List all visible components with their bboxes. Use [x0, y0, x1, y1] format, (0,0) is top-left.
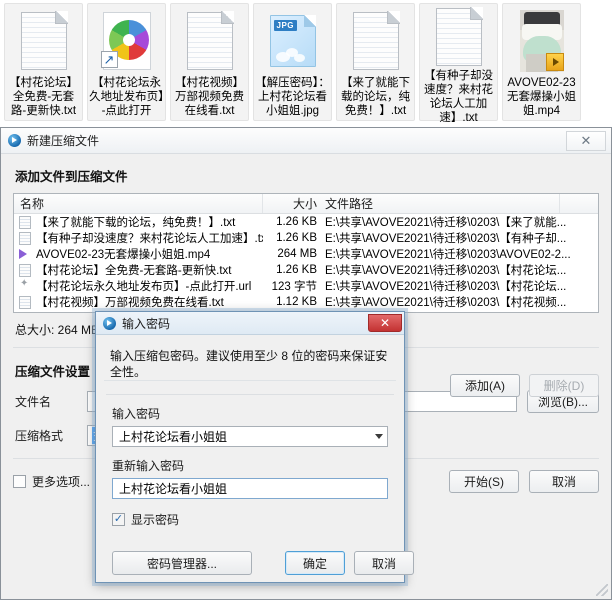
- enter-password-input[interactable]: 上村花论坛看小姐姐: [112, 426, 388, 447]
- mp4-video-icon: [19, 248, 31, 261]
- main-dialog-titlebar: 新建压缩文件 ✕: [1, 128, 611, 154]
- cancel-button[interactable]: 取消: [529, 470, 599, 493]
- main-dialog-title: 新建压缩文件: [27, 134, 100, 148]
- table-row[interactable]: 【来了就能下载的论坛，纯免费！】.txt 1.26 KB E:\共享\AVOVE…: [14, 214, 598, 230]
- resize-grip-icon[interactable]: [596, 584, 608, 596]
- password-dialog-title: 输入密码: [122, 316, 171, 331]
- enter-password-value: 上村花论坛看小姐姐: [119, 430, 228, 444]
- txt-file-icon: [426, 7, 492, 66]
- url-shortcut-icon: [19, 278, 31, 293]
- file-size: 1.26 KB: [276, 264, 317, 276]
- password-manager-button[interactable]: 密码管理器...: [112, 551, 252, 575]
- txt-file-icon: [343, 8, 409, 73]
- file-name: 【村花论坛】全免费-无套路-更新快.txt: [36, 265, 232, 277]
- play-badge-icon: [545, 52, 564, 71]
- more-options-label[interactable]: 更多选项...: [32, 473, 90, 490]
- filename-label: 文件名: [15, 395, 52, 409]
- table-row[interactable]: 【村花视频】万部视频免费在线看.txt 1.12 KB E:\共享\AVOVE2…: [14, 294, 598, 310]
- start-button[interactable]: 开始(S): [449, 470, 519, 493]
- close-icon[interactable]: ✕: [368, 314, 402, 332]
- file-size: 1.12 KB: [276, 296, 317, 308]
- jpg-file-icon: [19, 311, 31, 312]
- table-row[interactable]: 【村花论坛】全免费-无套路-更新快.txt 1.26 KB E:\共享\AVOV…: [14, 262, 598, 278]
- desktop-icon[interactable]: AVOVE02-23无套爆操小姐姐.mp4: [502, 3, 581, 121]
- table-row[interactable]: AVOVE02-23无套爆操小姐姐.mp4 264 MB E:\共享\AVOVE…: [14, 246, 598, 262]
- chevron-down-icon[interactable]: [375, 434, 383, 439]
- desktop-icon[interactable]: JPG 【解压密码】：上村花论坛看小姐姐.jpg: [253, 3, 332, 121]
- password-dialog-footer: 密码管理器... 确定 取消: [96, 551, 414, 575]
- desktop-icon-label: AVOVE02-23无套爆操小姐姐.mp4: [507, 77, 576, 117]
- file-path: E:\共享\AVOVE2021\待迁移\0203\【有种子却...: [325, 233, 567, 245]
- txt-file-icon: [19, 263, 31, 277]
- file-size: 123 字节: [271, 281, 317, 293]
- format-label: 压缩格式: [15, 429, 64, 443]
- divider: [106, 394, 394, 395]
- password-note-text: 输入压缩包密码。建议使用至少 8 位的密码来保证安全性。: [110, 349, 388, 379]
- file-list[interactable]: 名称 大小 文件路径 【来了就能下载的论坛，纯免费！】.txt 1.26 KB …: [13, 193, 599, 313]
- desktop-icon[interactable]: 【有种子却没速度？来村花论坛人工加速】.txt: [419, 3, 498, 124]
- table-row[interactable]: 【有种子却没速度？来村花论坛人工加速】.txt 1.26 KB E:\共享\AV…: [14, 230, 598, 246]
- password-dialog: 输入密码 ✕ 输入压缩包密码。建议使用至少 8 位的密码来保证安全性。 输入密码…: [95, 311, 414, 583]
- desktop-icon-label: 【有种子却没速度？来村花论坛人工加速】.txt: [424, 70, 493, 124]
- file-path: E:\共享\AVOVE2021\待迁移\0203\【来了就能...: [325, 217, 567, 229]
- column-header-path[interactable]: 文件路径: [321, 194, 560, 213]
- txt-file-icon: [19, 215, 31, 229]
- desktop-icon[interactable]: ↗ 【村花论坛永久地址发布页】-点此打开: [87, 3, 166, 121]
- txt-file-icon: [177, 8, 243, 73]
- cancel-button[interactable]: 取消: [354, 551, 414, 575]
- file-size: 264 MB: [277, 248, 317, 260]
- file-size: 1.26 KB: [276, 216, 317, 228]
- file-path: E:\共享\AVOVE2021\待迁移\0203\AVOVE02-2...: [325, 249, 571, 261]
- add-files-heading: 添加文件到压缩文件: [15, 170, 128, 184]
- show-password-checkbox[interactable]: ✓: [112, 513, 125, 526]
- password-note-panel: 输入压缩包密码。建议使用至少 8 位的密码来保证安全性。: [104, 339, 396, 381]
- file-path: E:\共享\AVOVE2021\待迁移\0203\【村花视频...: [325, 297, 567, 309]
- file-name: 【有种子却没速度？来村花论坛人工加速】.txt: [36, 233, 263, 245]
- desktop-icon-label: 【村花论坛永久地址发布页】-点此打开: [89, 77, 164, 117]
- file-action-buttons: 添加(A) 删除(D): [450, 374, 599, 397]
- column-header-size[interactable]: 大小: [263, 194, 321, 213]
- txt-file-icon: [19, 231, 31, 245]
- password-dialog-titlebar: 输入密码 ✕: [96, 312, 404, 335]
- desktop-icon[interactable]: 【来了就能下载的论坛，纯免费！】.txt: [336, 3, 415, 121]
- shortcut-arrow-icon: ↗: [100, 50, 118, 68]
- reenter-password-label: 重新输入密码: [112, 459, 185, 473]
- file-size: 1.26 KB: [276, 232, 317, 244]
- desktop-icon-label: 【解压密码】：上村花论坛看小姐姐.jpg: [255, 77, 330, 117]
- desktop-icon-label: 【来了就能下载的论坛，纯免费！】.txt: [341, 77, 410, 117]
- url-shortcut-icon: ↗: [94, 8, 160, 73]
- column-header-name[interactable]: 名称: [14, 194, 263, 213]
- txt-file-icon: [11, 8, 77, 73]
- desktop-icon-label: 【村花视频】万部视频免费在线看.txt: [175, 77, 244, 117]
- ok-button[interactable]: 确定: [285, 551, 345, 575]
- file-list-header: 名称 大小 文件路径: [14, 194, 598, 214]
- mp4-video-icon: [509, 8, 575, 73]
- more-options-checkbox[interactable]: [13, 475, 26, 488]
- file-name: AVOVE02-23无套爆操小姐姐.mp4: [36, 249, 211, 261]
- password-dialog-body: 输入压缩包密码。建议使用至少 8 位的密码来保证安全性。 输入密码 上村花论坛看…: [96, 339, 414, 587]
- desktop-icon[interactable]: 【村花视频】万部视频免费在线看.txt: [170, 3, 249, 121]
- add-button[interactable]: 添加(A): [450, 374, 520, 397]
- archive-app-icon: [103, 316, 116, 330]
- reenter-password-input[interactable]: 上村花论坛看小姐姐: [112, 478, 388, 499]
- close-icon[interactable]: ✕: [566, 130, 606, 151]
- show-password-row: ✓ 显示密码: [112, 511, 404, 528]
- show-password-label[interactable]: 显示密码: [131, 511, 179, 528]
- table-row[interactable]: 【村花论坛永久地址发布页】-点此打开.url 123 字节 E:\共享\AVOV…: [14, 278, 598, 294]
- desktop-icon-strip: 【村花论坛】全免费-无套路-更新快.txt ↗ 【村花论坛永久地址发布页】-点此…: [0, 0, 612, 127]
- file-path: E:\共享\AVOVE2021\待迁移\0203\【村花论坛...: [325, 265, 567, 277]
- file-path: E:\共享\AVOVE2021\待迁移\0203\【村花论坛...: [325, 281, 567, 293]
- desktop-icon[interactable]: 【村花论坛】全免费-无套路-更新快.txt: [4, 3, 83, 121]
- delete-button[interactable]: 删除(D): [529, 374, 599, 397]
- enter-password-label: 输入密码: [112, 407, 161, 421]
- desktop-icon-label: 【村花论坛】全免费-无套路-更新快.txt: [9, 77, 78, 117]
- jpg-file-icon: JPG: [260, 8, 326, 73]
- file-name: 【村花视频】万部视频免费在线看.txt: [36, 297, 224, 309]
- file-name: 【来了就能下载的论坛，纯免费！】.txt: [36, 217, 236, 229]
- txt-file-icon: [19, 295, 31, 309]
- file-name: 【村花论坛永久地址发布页】-点此打开.url: [36, 281, 252, 293]
- archive-app-icon: [8, 134, 21, 147]
